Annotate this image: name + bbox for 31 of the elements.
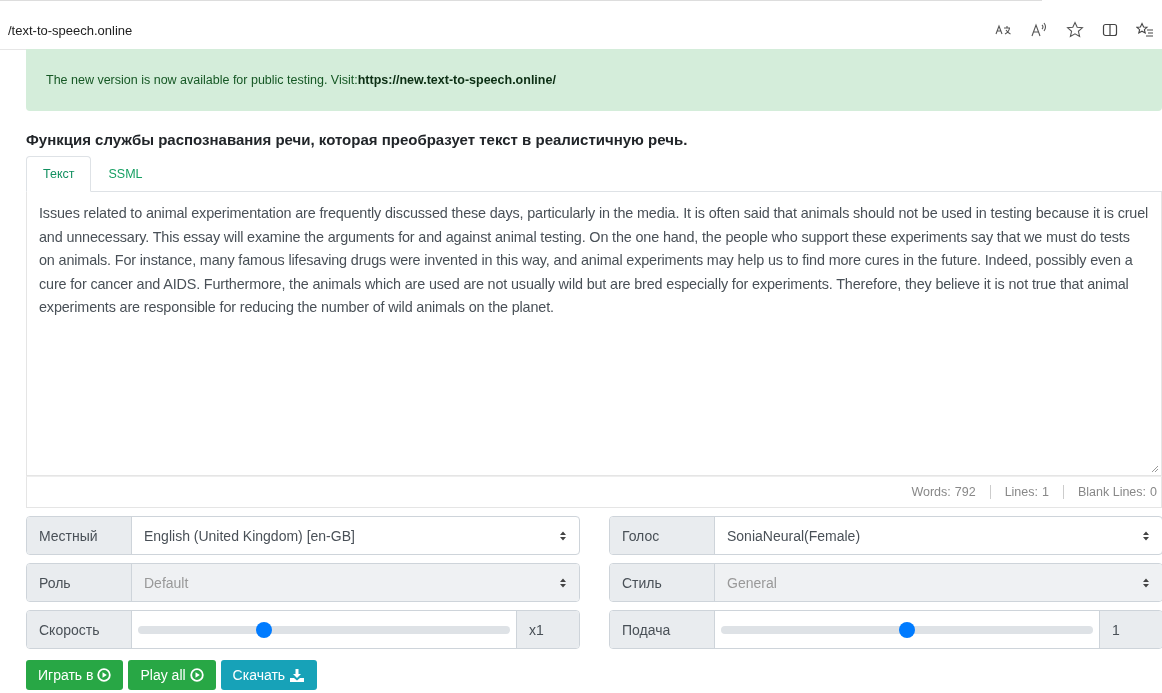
slider-thumb[interactable] — [899, 621, 915, 638]
slider-thumb[interactable] — [256, 621, 273, 638]
split-screen-icon[interactable] — [1102, 22, 1118, 38]
stat-label: Words: — [911, 485, 951, 499]
notice-text: The new version is now available for public testing. Visit:https://new.text-to-speech.online/ — [46, 73, 556, 87]
star-icon[interactable] — [1066, 21, 1084, 39]
field-label: Подача — [610, 611, 715, 648]
play-icon — [97, 668, 112, 682]
download-icon — [289, 667, 306, 683]
url-text: /text-to-speech.online — [8, 22, 133, 38]
stat-value: 1 — [1042, 485, 1049, 499]
stat-value: 792 — [954, 485, 976, 499]
play-button[interactable]: Играть в — [26, 660, 124, 690]
play-icon — [189, 668, 204, 682]
field-label: Скорость — [27, 611, 132, 648]
play-button[interactable]: Play all — [128, 660, 216, 690]
download-button[interactable]: Скачать — [220, 660, 318, 690]
editor-tab[interactable]: SSML — [91, 156, 160, 192]
stat-label: Lines: — [1004, 485, 1038, 499]
favorites-icon[interactable] — [1136, 22, 1154, 38]
translate-icon[interactable] — [994, 23, 1012, 37]
read-aloud-icon[interactable] — [1030, 22, 1048, 38]
slider-reading: x1 — [516, 611, 579, 648]
stat-value: 0 — [1150, 485, 1157, 499]
editor-text: Issues related to animal experimentation are frequently discussed these days, particularly in the media. It is often said that animals should not be used in testing because it is cruel and unnecessary. This essay will examine the arguments for and against animal testing. On the one hand, the people who support these experiments say that we must do tests on animals. For instance, many famous lifesaving drugs were invented in this way, and animal experiments may help us to find more cures in the future. Indeed, possibly even a cure for cancer and AIDS. Furthermore, the animals which are used are not usually wild but are bred especially for experiments. Therefore, they believe it is not true that animal experiments are responsible for reducing the number of wild animals on the planet. — [39, 204, 1149, 317]
resize-grip-icon[interactable] — [1151, 465, 1159, 473]
stat-label: Blank Lines: — [1077, 485, 1147, 499]
text-area[interactable] — [26, 192, 1162, 476]
editor-tab[interactable]: Текст — [26, 156, 92, 192]
slider-reading: 1 — [1099, 611, 1162, 648]
page-heading: Функция службы распознавания речи, которая преобразует текст в реалистичную речь. — [26, 131, 689, 148]
